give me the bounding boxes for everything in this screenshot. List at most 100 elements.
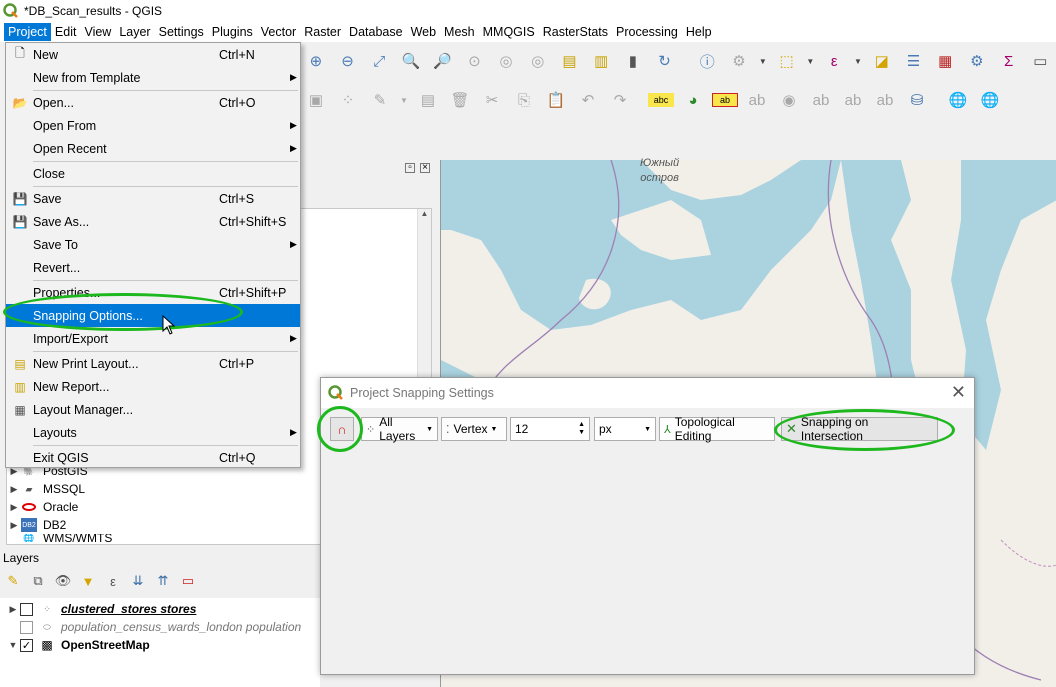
menu-rasterstats[interactable]: RasterStats — [539, 23, 612, 41]
highlight-pinned-labels-icon[interactable]: ab — [712, 93, 738, 107]
zoom-out-icon[interactable]: ⊖ — [335, 48, 361, 74]
layer-row-openstreetmap[interactable]: ▼ ✓ ▩ OpenStreetMap — [6, 636, 320, 654]
layer-visibility-checkbox[interactable] — [20, 602, 33, 616]
filter-legend-icon[interactable]: ▼ — [79, 572, 97, 590]
select-dropdown-icon[interactable]: ▼ — [805, 48, 815, 74]
menu-item-close[interactable]: Close — [6, 162, 300, 185]
menu-mesh[interactable]: Mesh — [440, 23, 479, 41]
paste-features-icon[interactable]: 📋 — [543, 87, 569, 113]
show-bookmarks-icon[interactable]: ▥ — [588, 48, 614, 74]
undo-icon[interactable]: ↶ — [575, 87, 601, 113]
cut-features-icon[interactable]: ✂ — [479, 87, 505, 113]
remove-layer-icon[interactable]: ▭ — [179, 572, 197, 590]
menu-view[interactable]: View — [80, 23, 115, 41]
menu-database[interactable]: Database — [345, 23, 407, 41]
menu-raster[interactable]: Raster — [300, 23, 345, 41]
attribute-table-icon[interactable]: ☰ — [901, 48, 927, 74]
refresh-icon[interactable]: ↻ — [652, 48, 678, 74]
label-toolbar-icon[interactable]: abc — [648, 93, 674, 107]
toolbox-icon[interactable]: ⚙ — [964, 48, 990, 74]
units-select[interactable]: px ▼ — [594, 417, 656, 441]
menu-item-new[interactable]: 🗋 New Ctrl+N — [6, 43, 300, 66]
identify-icon[interactable]: ⓘ — [694, 48, 720, 74]
filter-expression-icon[interactable]: ε — [104, 572, 122, 590]
menu-item-import-export[interactable]: Import/Export ▶ — [6, 327, 300, 350]
menu-layer[interactable]: Layer — [115, 23, 154, 41]
snapping-layers-button[interactable]: ⁘ All Layers ▼ — [361, 415, 438, 443]
menu-item-revert[interactable]: Revert... — [6, 256, 300, 279]
menu-mmqgis[interactable]: MMQGIS — [479, 23, 539, 41]
menu-item-open[interactable]: 📂 Open... Ctrl+O — [6, 91, 300, 114]
add-wfs-icon[interactable]: 🌐 — [977, 87, 1003, 113]
manage-visibility-icon[interactable]: 👁 — [54, 572, 72, 590]
menu-processing[interactable]: Processing — [612, 23, 682, 41]
save-edits-icon[interactable]: ▣ — [303, 87, 329, 113]
vertex-tool-icon[interactable]: ✎ — [367, 87, 393, 113]
style-panel-icon[interactable]: ✎ — [4, 572, 22, 590]
add-group-icon[interactable]: ⧉ — [29, 572, 47, 590]
zoom-last-icon[interactable]: ◎ — [493, 48, 519, 74]
layer-visibility-checkbox[interactable] — [20, 620, 33, 634]
expand-arrow-icon[interactable]: ▶ — [6, 604, 20, 615]
measure-icon[interactable]: ▭ — [1027, 48, 1053, 74]
close-icon[interactable]: ✕ — [951, 382, 966, 403]
select-by-expression-icon[interactable]: ε — [821, 48, 847, 74]
menu-web[interactable]: Web — [407, 23, 440, 41]
menu-item-exit[interactable]: Exit QGIS Ctrl+Q — [6, 446, 300, 469]
menu-help[interactable]: Help — [682, 23, 716, 41]
menu-item-new-report[interactable]: ▥ New Report... — [6, 375, 300, 398]
db-manager-icon[interactable]: ⛁ — [904, 87, 930, 113]
zoom-in-icon[interactable]: ⊕ — [303, 48, 329, 74]
layer-row-clustered-stores[interactable]: ▶ ⁘ clustered_stores stores — [6, 600, 320, 618]
redo-icon[interactable]: ↷ — [607, 87, 633, 113]
menu-item-save[interactable]: 💾 Save Ctrl+S — [6, 187, 300, 210]
menu-plugins[interactable]: Plugins — [208, 23, 257, 41]
expand-all-icon[interactable]: ⇊ — [129, 572, 147, 590]
collapse-all-icon[interactable]: ⇈ — [154, 572, 172, 590]
menu-settings[interactable]: Settings — [155, 23, 208, 41]
float-panel-icon[interactable]: ▫ — [405, 163, 415, 173]
action-dropdown-icon[interactable]: ▼ — [758, 48, 768, 74]
zoom-next-icon[interactable]: ◎ — [525, 48, 551, 74]
zoom-rubberband-icon[interactable]: ⤢ — [366, 48, 392, 74]
expand-arrow-icon[interactable]: ▶ — [7, 502, 21, 513]
pin-labels-icon[interactable]: ab — [744, 87, 770, 113]
expand-arrow-icon[interactable]: ▶ — [7, 484, 21, 495]
menu-item-open-from[interactable]: Open From ▶ — [6, 114, 300, 137]
expression-dropdown-icon[interactable]: ▼ — [853, 48, 863, 74]
rotate-label-icon[interactable]: ab — [840, 87, 866, 113]
menu-project[interactable]: Project — [4, 23, 51, 41]
layers-tree[interactable]: ▶ ⁘ clustered_stores stores ⬭ population… — [0, 598, 320, 687]
layer-visibility-checkbox[interactable]: ✓ — [20, 638, 33, 652]
zoom-to-layer-icon[interactable]: 🔎 — [430, 48, 456, 74]
menu-item-layouts[interactable]: Layouts ▶ — [6, 421, 300, 444]
menu-item-layout-manager[interactable]: ▦ Layout Manager... — [6, 398, 300, 421]
menu-vector[interactable]: Vector — [257, 23, 300, 41]
expand-arrow-icon[interactable]: ▶ — [7, 520, 21, 531]
new-bookmark-icon[interactable]: ▤ — [557, 48, 583, 74]
menu-item-open-recent[interactable]: Open Recent ▶ — [6, 137, 300, 160]
menu-edit[interactable]: Edit — [51, 23, 81, 41]
layer-row-population[interactable]: ⬭ population_census_wards_london populat… — [6, 618, 320, 636]
zoom-to-selection-icon[interactable]: 🔍 — [398, 48, 424, 74]
snapping-type-button[interactable]: ⁚ Vertex ▼ — [441, 417, 507, 441]
add-feature-icon[interactable]: ⁘ — [335, 87, 361, 113]
spin-arrows-icon[interactable]: ▲ ▼ — [578, 421, 585, 437]
delete-selected-icon[interactable]: 🗑 — [447, 87, 473, 113]
temporal-icon[interactable]: ▮ — [620, 48, 646, 74]
diagram-icon[interactable]: ◕ — [680, 87, 706, 113]
add-wms-icon[interactable]: 🌐 — [945, 87, 971, 113]
menu-item-new-from-template[interactable]: New from Template ▶ — [6, 66, 300, 89]
show-hide-labels-icon[interactable]: ◉ — [776, 87, 802, 113]
change-label-icon[interactable]: ab — [872, 87, 898, 113]
topological-editing-button[interactable]: ⅄ Topological Editing — [659, 415, 775, 443]
tolerance-spinbox[interactable]: 12 ▲ ▼ — [510, 417, 590, 441]
close-panel-icon[interactable]: × — [420, 163, 430, 173]
modify-attributes-icon[interactable]: ▤ — [415, 87, 441, 113]
action-icon[interactable]: ⚙ — [726, 48, 752, 74]
deselect-icon[interactable]: ◪ — [869, 48, 895, 74]
scroll-up-icon[interactable]: ▲ — [418, 209, 431, 218]
vertex-dropdown-icon[interactable]: ▼ — [399, 87, 409, 113]
menu-item-new-print-layout[interactable]: ▤ New Print Layout... Ctrl+P — [6, 352, 300, 375]
collapse-arrow-icon[interactable]: ▼ — [6, 640, 20, 650]
